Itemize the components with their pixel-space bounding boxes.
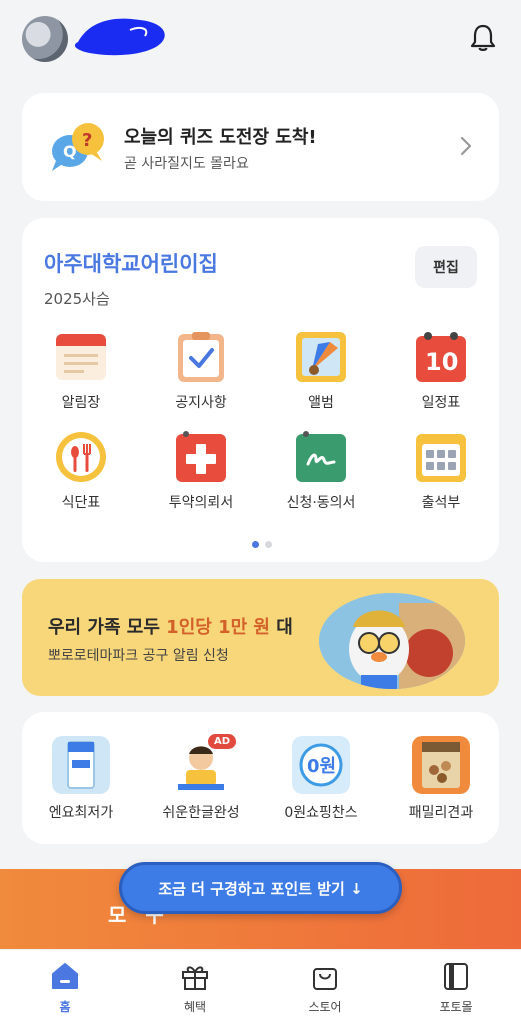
nuts-icon <box>412 736 470 794</box>
quiz-bubble-icon: Q ? <box>52 123 104 171</box>
menu-item-notice-note[interactable]: 알림장 <box>26 330 136 420</box>
menu-label: 공지사항 <box>175 395 227 411</box>
menu-label: 앨범 <box>308 395 334 411</box>
menu-item-announcements[interactable]: 공지사항 <box>146 330 256 420</box>
page-dot[interactable] <box>265 541 272 548</box>
tab-store[interactable]: 스토어 <box>285 960 365 1015</box>
hangul-kid-icon: AD <box>172 734 236 794</box>
tab-label: 포토몰 <box>439 1000 473 1014</box>
shop-shortcuts-card: 엔요최저가 AD 쉬운한글완성 0원 0원쇼핑찬스 패밀리견과 <box>22 712 499 844</box>
quiz-card[interactable]: Q ? 오늘의 퀴즈 도전장 도착! 곧 사라질지도 몰라요 <box>22 93 499 201</box>
tab-photo-mall[interactable]: 포토몰 <box>416 960 496 1015</box>
page-dot-active[interactable] <box>252 541 259 548</box>
tab-benefits[interactable]: 혜택 <box>155 960 235 1015</box>
menu-label: 투약의뢰서 <box>168 495 234 511</box>
page-indicator[interactable] <box>249 533 275 552</box>
banner-title-highlight: 1인당 1만 원 <box>166 617 270 638</box>
calendar-icon: 10 <box>416 332 466 382</box>
shop-item-nuts[interactable]: 패밀리견과 <box>386 736 496 822</box>
calendar-day: 10 <box>425 348 458 376</box>
tab-label: 홈 <box>59 1000 71 1014</box>
menu-label: 출석부 <box>421 495 461 511</box>
chevron-right-icon <box>460 136 472 156</box>
class-name: 2025사슴 <box>44 290 110 308</box>
menu-item-calendar[interactable]: 10 일정표 <box>386 330 496 420</box>
meal-icon <box>56 432 106 482</box>
banner-title: 우리 가족 모두 1인당 1만 원 대 <box>48 613 293 639</box>
attendance-icon <box>416 434 466 482</box>
home-icon <box>52 963 78 989</box>
avatar[interactable] <box>22 16 68 62</box>
redacted-name <box>74 18 165 56</box>
shop-label: 쉬운한글완성 <box>162 805 240 821</box>
tab-label: 스토어 <box>308 1000 342 1014</box>
svg-text:?: ? <box>82 130 92 151</box>
bell-icon[interactable] <box>467 22 499 54</box>
shop-label: 0원쇼핑찬스 <box>284 805 358 821</box>
quiz-title: 오늘의 퀴즈 도전장 도착! <box>124 127 317 148</box>
banner-character-photo <box>319 593 465 689</box>
school-card: 아주대학교어린이집 2025사슴 편집 알림장 공지사항 앨범 10 일정표 식… <box>22 218 499 562</box>
menu-label: 일정표 <box>421 395 461 411</box>
svg-text:0원: 0원 <box>307 756 336 777</box>
edit-button[interactable]: 편집 <box>415 246 477 288</box>
bottom-tab-bar: 홈 혜택 스토어 포토몰 <box>0 949 521 1024</box>
shop-label: 엔요최저가 <box>48 805 114 821</box>
menu-label: 식단표 <box>61 495 101 511</box>
medicine-icon <box>176 431 226 482</box>
menu-item-medicine[interactable]: 투약의뢰서 <box>146 430 256 520</box>
banner-title-suffix: 대 <box>270 617 293 638</box>
banner-title-prefix: 우리 가족 모두 <box>48 617 167 638</box>
zero-won-icon: 0원 <box>292 736 350 794</box>
shop-item-zero-won[interactable]: 0원 0원쇼핑찬스 <box>266 736 376 822</box>
tab-label: 혜택 <box>183 1000 207 1014</box>
shop-item-yogurt[interactable]: 엔요최저가 <box>26 736 136 822</box>
menu-label: 알림장 <box>61 395 101 411</box>
menu-item-album[interactable]: 앨범 <box>266 330 376 420</box>
earn-points-button[interactable]: 조금 더 구경하고 포인트 받기 ↓ <box>119 862 402 914</box>
yogurt-icon <box>52 736 110 794</box>
consent-form-icon <box>296 431 346 482</box>
checklist-icon <box>178 332 224 382</box>
shop-item-hangul[interactable]: AD 쉬운한글완성 <box>146 734 256 822</box>
menu-item-meal[interactable]: 식단표 <box>26 430 136 520</box>
notice-note-icon <box>56 334 106 380</box>
gift-icon <box>182 966 208 990</box>
banner-subtitle: 뽀로로테마파크 공구 알림 신청 <box>48 648 229 664</box>
promo-banner[interactable]: 우리 가족 모두 1인당 1만 원 대 뽀로로테마파크 공구 알림 신청 <box>22 579 499 696</box>
tab-home[interactable]: 홈 <box>25 960 105 1015</box>
album-icon <box>296 332 346 382</box>
quiz-subtitle: 곧 사라질지도 몰라요 <box>124 156 249 172</box>
shopping-bag-icon <box>313 968 337 990</box>
school-name[interactable]: 아주대학교어린이집 <box>44 248 218 278</box>
top-bar <box>0 0 521 80</box>
photo-book-icon <box>444 963 468 990</box>
ad-badge: AD <box>207 734 236 749</box>
menu-item-attendance[interactable]: 출석부 <box>386 430 496 520</box>
menu-item-consent[interactable]: 신청·동의서 <box>266 430 376 520</box>
menu-label: 신청·동의서 <box>286 495 356 511</box>
shop-label: 패밀리견과 <box>408 805 474 821</box>
